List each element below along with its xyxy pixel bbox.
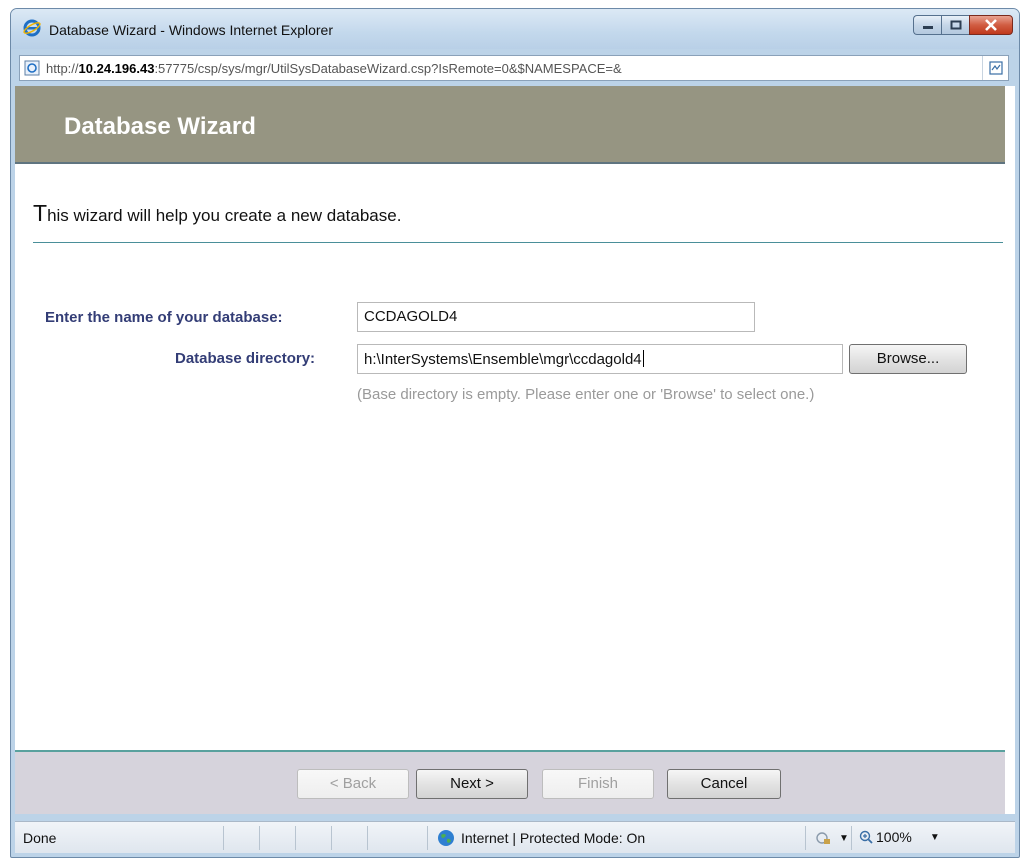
zoom-control[interactable]: 100% ▼	[859, 829, 940, 845]
minimize-icon	[922, 26, 933, 29]
status-separator	[259, 826, 260, 850]
status-separator	[331, 826, 332, 850]
globe-icon	[438, 830, 454, 846]
security-zone[interactable]: Internet | Protected Mode: On	[437, 829, 645, 847]
url-prefix: http://	[46, 61, 79, 76]
status-separator	[805, 826, 806, 850]
protected-mode-button[interactable]: ▼	[815, 830, 849, 846]
cancel-button[interactable]: Cancel	[667, 769, 781, 799]
status-separator	[223, 826, 224, 850]
minimize-button[interactable]	[913, 15, 941, 35]
status-separator	[851, 826, 852, 850]
page-content: Database Wizard This wizard will help yo…	[15, 86, 1015, 814]
intro-text: his wizard will help you create a new da…	[47, 206, 402, 225]
status-separator	[295, 826, 296, 850]
back-button[interactable]: < Back	[297, 769, 409, 799]
status-text: Done	[23, 830, 57, 846]
ie-logo-icon	[23, 19, 41, 37]
intro-first-letter: T	[33, 200, 48, 226]
chevron-down-icon: ▼	[839, 832, 849, 844]
intro-divider	[33, 242, 1003, 243]
status-separator	[427, 826, 428, 850]
maximize-icon	[950, 20, 961, 30]
text-caret	[642, 350, 644, 367]
browser-window: Database Wizard - Windows Internet Explo…	[10, 8, 1020, 858]
database-directory-label: Database directory:	[175, 350, 316, 367]
compatibility-view-button[interactable]	[982, 56, 1008, 80]
title-bar[interactable]: Database Wizard - Windows Internet Explo…	[11, 9, 1019, 49]
database-directory-input[interactable]: h:\InterSystems\Ensemble\mgr\ccdagold4	[357, 344, 843, 374]
zone-text: Internet | Protected Mode: On	[461, 830, 646, 846]
maximize-button[interactable]	[941, 15, 969, 35]
url-path: :57775/csp/sys/mgr/UtilSysDatabaseWizard…	[154, 61, 622, 76]
next-button[interactable]: Next >	[416, 769, 528, 799]
finish-button[interactable]: Finish	[542, 769, 654, 799]
status-separator	[367, 826, 368, 850]
url-host: 10.24.196.43	[78, 61, 155, 76]
close-icon	[985, 19, 997, 31]
directory-hint: (Base directory is empty. Please enter o…	[357, 386, 815, 403]
status-bar: Done Internet | Protected Mode: On ▼ 100…	[15, 821, 1015, 853]
database-directory-value: h:\InterSystems\Ensemble\mgr\ccdagold4	[364, 351, 642, 368]
compatibility-view-icon	[988, 61, 1003, 75]
wizard-button-bar: < Back Next > Finish Cancel	[15, 750, 1005, 814]
zoom-icon	[859, 830, 873, 844]
page-icon	[24, 60, 40, 76]
close-button[interactable]	[969, 15, 1013, 35]
browse-button[interactable]: Browse...	[849, 344, 967, 374]
window-title: Database Wizard - Windows Internet Explo…	[49, 22, 333, 38]
page-title: Database Wizard	[64, 113, 256, 140]
wizard-intro: This wizard will help you create a new d…	[33, 200, 401, 227]
address-bar[interactable]: http://10.24.196.43:57775/csp/sys/mgr/Ut…	[19, 55, 1009, 81]
zoom-level: 100%	[876, 829, 912, 845]
window-controls	[913, 15, 1013, 37]
database-name-label: Enter the name of your database:	[45, 309, 283, 326]
lock-globe-icon	[816, 832, 830, 844]
url-text[interactable]: http://10.24.196.43:57775/csp/sys/mgr/Ut…	[46, 61, 622, 76]
chevron-down-icon: ▼	[929, 831, 940, 843]
wizard-header: Database Wizard	[15, 86, 1005, 164]
database-name-input[interactable]: CCDAGOLD4	[357, 302, 755, 332]
